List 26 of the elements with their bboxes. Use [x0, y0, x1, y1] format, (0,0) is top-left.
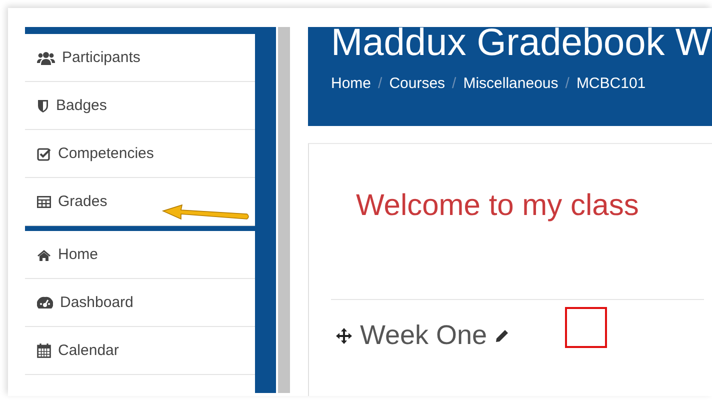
shield-icon — [37, 98, 49, 112]
breadcrumb-link[interactable]: Home — [331, 75, 372, 92]
breadcrumb-separator: / — [452, 75, 456, 92]
pencil-icon[interactable] — [495, 328, 510, 342]
course-title: Maddux Gradebook W — [331, 27, 712, 63]
checkbox-icon — [37, 146, 51, 160]
section-title: Week One — [360, 320, 488, 351]
welcome-heading: Welcome to my class — [355, 189, 640, 223]
sidebar-item[interactable]: Participants — [25, 34, 255, 82]
sidebar-item[interactable]: Badges — [25, 82, 255, 130]
sidebar-item[interactable]: Dashboard — [25, 279, 255, 327]
breadcrumb-separator: / — [565, 75, 570, 92]
breadcrumb-link[interactable]: Courses — [389, 75, 446, 92]
move-icon[interactable] — [336, 328, 352, 344]
sidebar-item[interactable]: Home — [25, 231, 255, 279]
home-icon — [37, 248, 51, 260]
breadcrumb-link[interactable]: Miscellaneous — [463, 75, 558, 92]
highlight-box — [565, 307, 607, 348]
sidebar-item[interactable]: Calendar — [25, 327, 255, 375]
calendar-icon — [37, 343, 51, 358]
table-icon — [37, 196, 51, 208]
breadcrumb-link[interactable]: MCBC101 — [576, 75, 646, 92]
gauge-icon — [37, 296, 53, 310]
users-icon — [37, 50, 55, 64]
breadcrumb-separator: / — [378, 75, 382, 92]
sidebar-item[interactable]: Competencies — [25, 130, 255, 178]
